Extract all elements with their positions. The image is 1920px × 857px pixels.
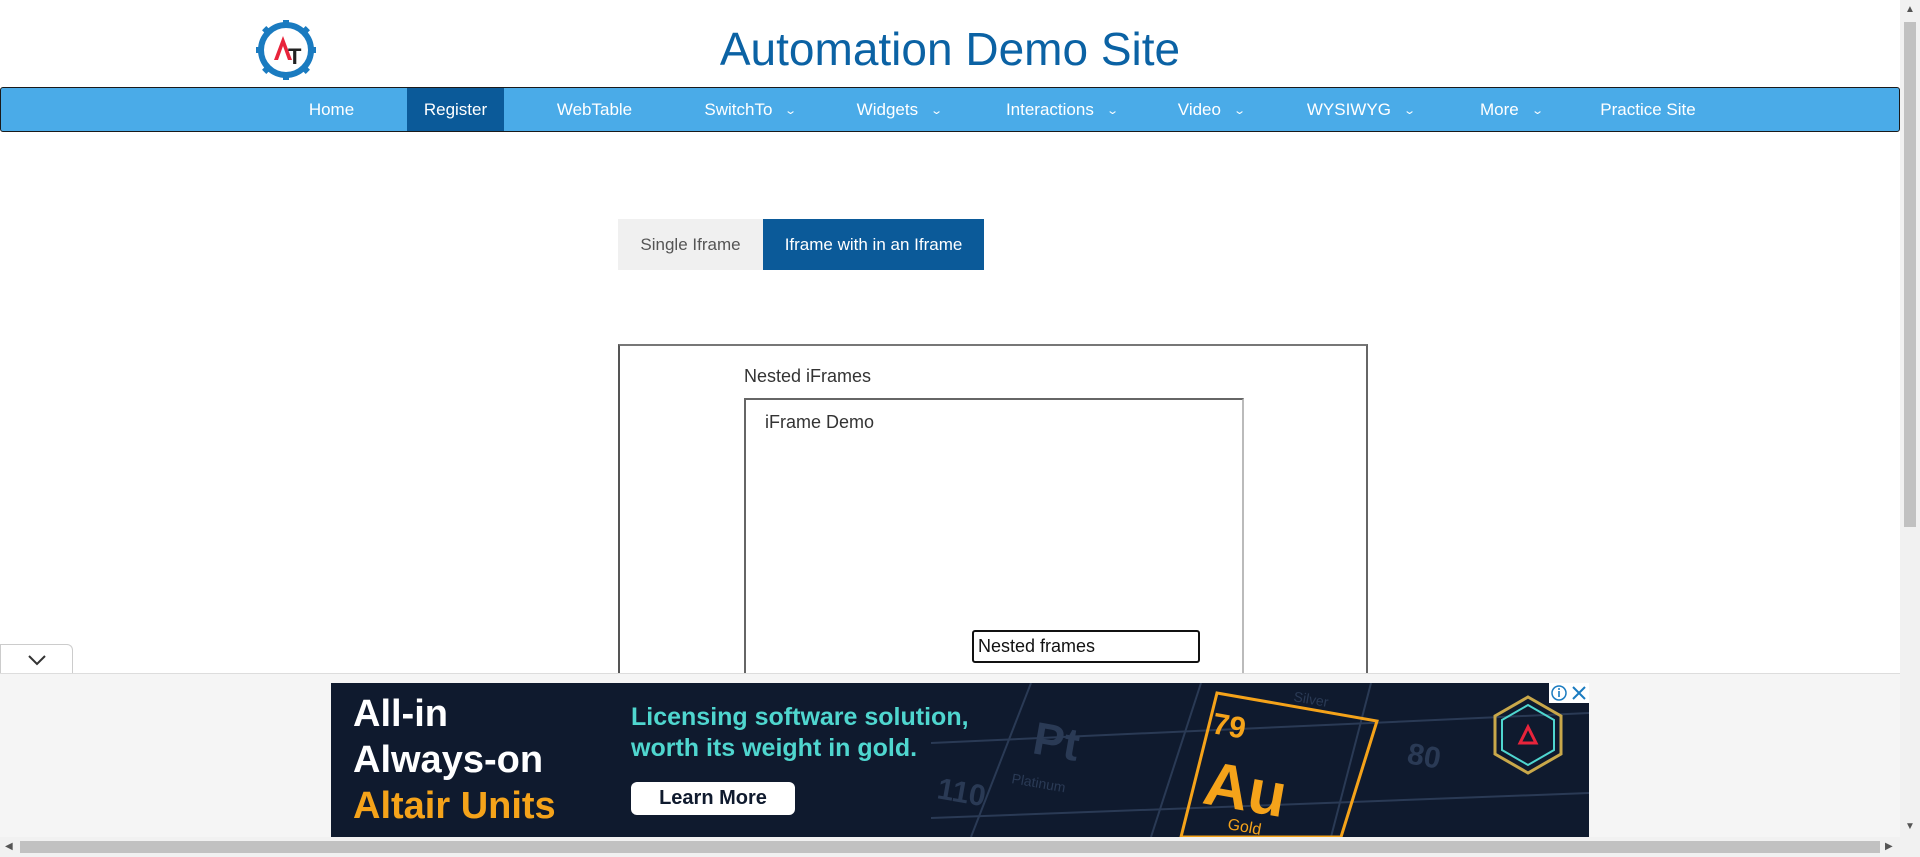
nav-item-label: WebTable bbox=[556, 100, 633, 119]
nav-item-label: Practice Site bbox=[1600, 100, 1696, 119]
ad-close-icon[interactable] bbox=[1569, 683, 1589, 703]
page-title: Automation Demo Site bbox=[719, 23, 1181, 75]
ad-neighbor-symbol: Pt bbox=[1029, 712, 1083, 771]
scroll-down-arrow-icon[interactable]: ▼ bbox=[1905, 822, 1915, 832]
inner-iframe: iFrame Demo bbox=[744, 398, 1244, 674]
chevron-down-icon: ⌄ bbox=[930, 105, 944, 117]
nav-item-interactions[interactable]: Interactions ⌄ bbox=[994, 88, 1129, 131]
ad-headline-line: All-in bbox=[353, 693, 448, 735]
scrollbar-corner bbox=[1900, 837, 1920, 857]
ad-info-icon[interactable] bbox=[1549, 683, 1569, 703]
tab-nested-iframe[interactable]: Iframe with in an Iframe bbox=[763, 219, 984, 270]
nav-item-label: Interactions bbox=[1005, 100, 1094, 119]
nav-item-label: More bbox=[1480, 100, 1519, 119]
nav-item-label: Register bbox=[423, 100, 488, 119]
ad-banner[interactable]: 79 Au Gold Pt Platinum Silver 80 110 All… bbox=[331, 683, 1589, 837]
nav-item-label: Video bbox=[1177, 100, 1221, 119]
chevron-down-icon bbox=[28, 655, 46, 666]
chevron-down-icon: ⌄ bbox=[1530, 105, 1544, 117]
nav-item-widgets[interactable]: Widgets ⌄ bbox=[844, 88, 954, 131]
tab-single-iframe[interactable]: Single Iframe bbox=[618, 219, 763, 270]
vertical-scroll-thumb[interactable] bbox=[1904, 22, 1916, 527]
ad-collapse-button[interactable] bbox=[0, 644, 73, 674]
ad-neighbor-number: 80 bbox=[1405, 737, 1444, 775]
nav-item-register[interactable]: Register bbox=[407, 88, 504, 131]
ad-headline-line: Always-on bbox=[353, 739, 544, 781]
outer-iframe: Nested iFrames iFrame Demo bbox=[618, 344, 1368, 674]
scroll-left-arrow-icon[interactable]: ◀ bbox=[5, 842, 13, 852]
vertical-scrollbar[interactable]: ▲ ▼ bbox=[1900, 0, 1920, 837]
nav-item-label: Home bbox=[308, 100, 355, 119]
nested-frames-input[interactable] bbox=[972, 630, 1200, 663]
chevron-down-icon: ⌄ bbox=[1233, 105, 1247, 117]
ad-learn-more-button[interactable]: Learn More bbox=[631, 782, 795, 815]
ad-tagline-line: worth its weight in gold. bbox=[631, 734, 918, 762]
nav-item-wysiwyg[interactable]: WYSIWYG ⌄ bbox=[1298, 88, 1423, 131]
ad-tagline-line: Licensing software solution, bbox=[631, 703, 969, 731]
scroll-right-arrow-icon[interactable]: ▶ bbox=[1885, 842, 1893, 852]
horizontal-scroll-thumb[interactable] bbox=[20, 841, 1880, 853]
main-nav: Home Register WebTable SwitchTo ⌄ Widgets… bbox=[0, 87, 1900, 132]
ad-headline-line: Altair Units bbox=[353, 785, 556, 827]
nav-item-switchto[interactable]: SwitchTo ⌄ bbox=[691, 88, 809, 131]
nav-item-practice-site[interactable]: Practice Site bbox=[1589, 88, 1707, 131]
nav-item-label: SwitchTo bbox=[704, 100, 773, 119]
inner-iframe-label: iFrame Demo bbox=[765, 412, 875, 432]
ad-element-number: 79 bbox=[1210, 707, 1249, 745]
nav-item-label: WYSIWYG bbox=[1306, 100, 1391, 119]
nav-item-label: Widgets bbox=[856, 100, 919, 119]
chevron-down-icon: ⌄ bbox=[784, 105, 798, 117]
nav-item-more[interactable]: More ⌄ bbox=[1466, 88, 1556, 131]
scroll-up-arrow-icon[interactable]: ▲ bbox=[1905, 5, 1915, 15]
outer-iframe-label: Nested iFrames bbox=[744, 366, 872, 386]
chevron-down-icon: ⌄ bbox=[1403, 105, 1416, 117]
nav-item-home[interactable]: Home bbox=[291, 88, 372, 131]
horizontal-scrollbar[interactable]: ◀ ▶ bbox=[0, 837, 1900, 857]
nav-item-webtable[interactable]: WebTable bbox=[537, 88, 652, 131]
chevron-down-icon: ⌄ bbox=[1105, 105, 1119, 117]
nav-item-video[interactable]: Video ⌄ bbox=[1166, 88, 1256, 131]
